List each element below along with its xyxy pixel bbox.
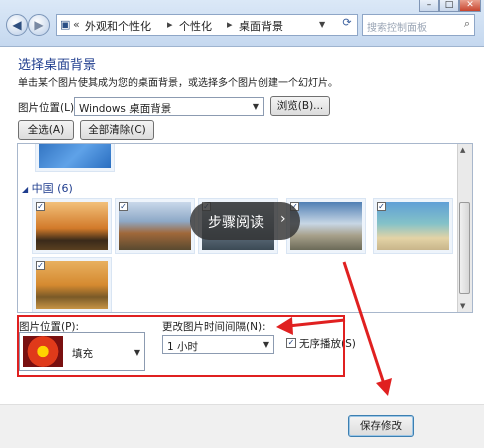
save-changes-button[interactable]: 保存修改 [348,415,414,437]
annotation-highlight-box [17,315,345,377]
scrollbar-thumb[interactable] [459,202,470,294]
wallpaper-thumbnail-windows[interactable] [35,144,115,172]
main-content: 选择桌面背景 单击某个图片使其成为您的桌面背景，或选择多个图片创建一个幻灯片。 … [0,47,484,447]
wallpaper-checkbox[interactable]: ✓ [119,202,128,211]
chevron-right-icon: › [280,211,286,227]
page-description: 单击某个图片使其成为您的桌面背景，或选择多个图片创建一个幻灯片。 [18,78,338,89]
forward-arrow-icon[interactable]: ▶ [28,14,50,36]
navigation-bar: ◀ ▶ ▣ « 外观和个性化 ▸ 个性化 ▸ 桌面背景 ▼ ⟳ 搜索控制面板 ⌕… [0,0,484,47]
wallpaper-checkbox[interactable]: ✓ [36,202,45,211]
wallpaper-image [36,261,108,309]
wallpaper-thumbnail-2[interactable]: ✓ [115,198,195,254]
step-reading-overlay[interactable]: 步骤阅读 › [190,202,300,240]
address-bar[interactable]: ▣ « 外观和个性化 ▸ 个性化 ▸ 桌面背景 ▼ [56,14,358,36]
breadcrumb-item-appearance[interactable]: 外观和个性化 [85,18,151,34]
search-icon[interactable]: ⌕ [464,17,470,31]
picture-location-dropdown[interactable]: Windows 桌面背景 ▼ [74,97,264,116]
wallpaper-image [290,202,362,250]
footer-bar: 保存修改 [0,404,484,448]
close-icon[interactable]: ✕ [459,0,481,12]
picture-location-value: Windows 桌面背景 [79,103,172,115]
maximize-icon[interactable]: □ [439,0,459,12]
wallpaper-image [36,202,108,250]
scroll-up-icon[interactable]: ▲ [460,146,465,154]
group-name: 中国 (6) [31,182,73,195]
group-header-china[interactable]: ◢ 中国 (6) [22,180,73,196]
picture-location-label: 图片位置(L): [18,102,78,114]
windows-wallpaper-image [39,144,111,168]
back-arrow-icon[interactable]: ◀ [6,14,28,36]
minimize-icon[interactable]: – [419,0,439,12]
wallpaper-checkbox[interactable]: ✓ [377,202,386,211]
clear-all-button[interactable]: 全部清除(C) [80,120,154,140]
page-title: 选择桌面背景 [18,58,97,73]
wallpaper-image [377,202,449,250]
breadcrumb-separator-icon: ▸ [167,18,173,31]
chevron-down-icon: ▼ [252,102,259,111]
search-input[interactable]: 搜索控制面板 ⌕ [362,14,475,36]
breadcrumb-separator-icon: ▸ [227,18,233,31]
search-placeholder: 搜索控制面板 [367,23,427,34]
breadcrumb-item-desktop-background[interactable]: 桌面背景 [239,18,283,34]
wallpaper-thumbnail-6[interactable]: ✓ [32,257,112,312]
refresh-icon[interactable]: ⟳ [338,16,356,34]
control-panel-icon: ▣ [60,18,71,31]
chevron-left-icon[interactable]: « [73,18,80,31]
browse-button[interactable]: 浏览(B)... [270,96,330,116]
wallpaper-checkbox[interactable]: ✓ [36,261,45,270]
wallpaper-thumbnail-5[interactable]: ✓ [373,198,453,254]
vertical-scrollbar[interactable]: ▲ ▼ [457,144,472,312]
chevron-down-icon[interactable]: ▼ [319,20,325,29]
overlay-label: 步骤阅读 [208,215,264,231]
breadcrumb-item-personalization[interactable]: 个性化 [179,18,212,34]
wallpaper-image [119,202,191,250]
wallpaper-thumbnail-1[interactable]: ✓ [32,198,112,254]
select-all-button[interactable]: 全选(A) [18,120,74,140]
scroll-down-icon[interactable]: ▼ [460,302,465,310]
collapse-arrow-icon[interactable]: ◢ [22,185,28,194]
